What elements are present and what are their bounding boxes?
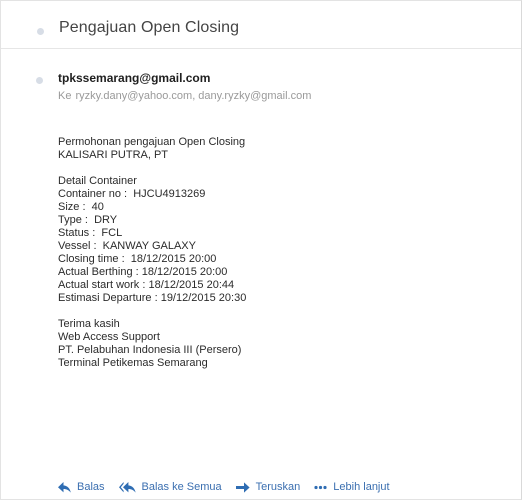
forward-icon (235, 481, 250, 493)
body-line: Status : FCL (58, 227, 123, 239)
message-body: Permohonan pengajuan Open Closing KALISAR… (58, 136, 498, 370)
body-line: Actual start work : 18/12/2015 20:44 (58, 279, 235, 291)
body-line: Estimasi Departure : 19/12/2015 20:30 (58, 292, 247, 304)
forward-button[interactable]: Teruskan (235, 481, 301, 493)
reply-all-button[interactable]: Balas ke Semua (118, 481, 222, 493)
message-bullet-icon (36, 77, 43, 84)
body-line: Vessel : KANWAY GALAXY (58, 240, 196, 252)
body-line: KALISARI PUTRA, PT (58, 149, 169, 161)
reply-all-icon (118, 481, 136, 493)
reply-icon (58, 481, 71, 493)
body-line: Type : DRY (58, 214, 118, 226)
message-reading-pane: Pengajuan Open Closing tpkssemarang@gmai… (0, 0, 522, 500)
reply-all-label: Balas ke Semua (141, 481, 222, 493)
body-line: Size : 40 (58, 201, 104, 213)
sender-address[interactable]: tpkssemarang@gmail.com (58, 71, 210, 85)
more-dots-icon (314, 485, 327, 489)
recipients-prefix: Ke (58, 90, 72, 102)
body-line: Web Access Support (58, 331, 160, 343)
body-line: Terminal Petikemas Semarang (58, 357, 208, 369)
body-line: Detail Container (58, 175, 137, 187)
body-line: PT. Pelabuhan Indonesia III (Persero) (58, 344, 242, 356)
thread-bullet-icon (37, 28, 44, 35)
body-line: Container no : HJCU4913269 (58, 188, 206, 200)
forward-label: Teruskan (255, 481, 301, 493)
body-line: Permohonan pengajuan Open Closing (58, 136, 246, 148)
body-line: Closing time : 18/12/2015 20:00 (58, 253, 217, 265)
body-blank-line (58, 162, 498, 175)
more-label: Lebih lanjut (333, 481, 390, 493)
recipients-list[interactable]: ryzky.dany@yahoo.com, dany.ryzky@gmail.c… (75, 90, 311, 102)
recipients-line: Ke ryzky.dany@yahoo.com, dany.ryzky@gmail… (58, 90, 311, 102)
thread-header: Pengajuan Open Closing (1, 1, 521, 49)
message-actions-bar: Balas Balas ke Semua Teruskan Lebih lanj… (58, 480, 404, 494)
more-button[interactable]: Lebih lanjut (314, 481, 390, 493)
reply-button[interactable]: Balas (58, 481, 105, 493)
body-line: Terima kasih (58, 318, 120, 330)
body-blank-line (58, 305, 498, 318)
thread-subject: Pengajuan Open Closing (59, 19, 240, 36)
body-line: Actual Berthing : 18/12/2015 20:00 (58, 266, 228, 278)
reply-label: Balas (77, 481, 105, 493)
